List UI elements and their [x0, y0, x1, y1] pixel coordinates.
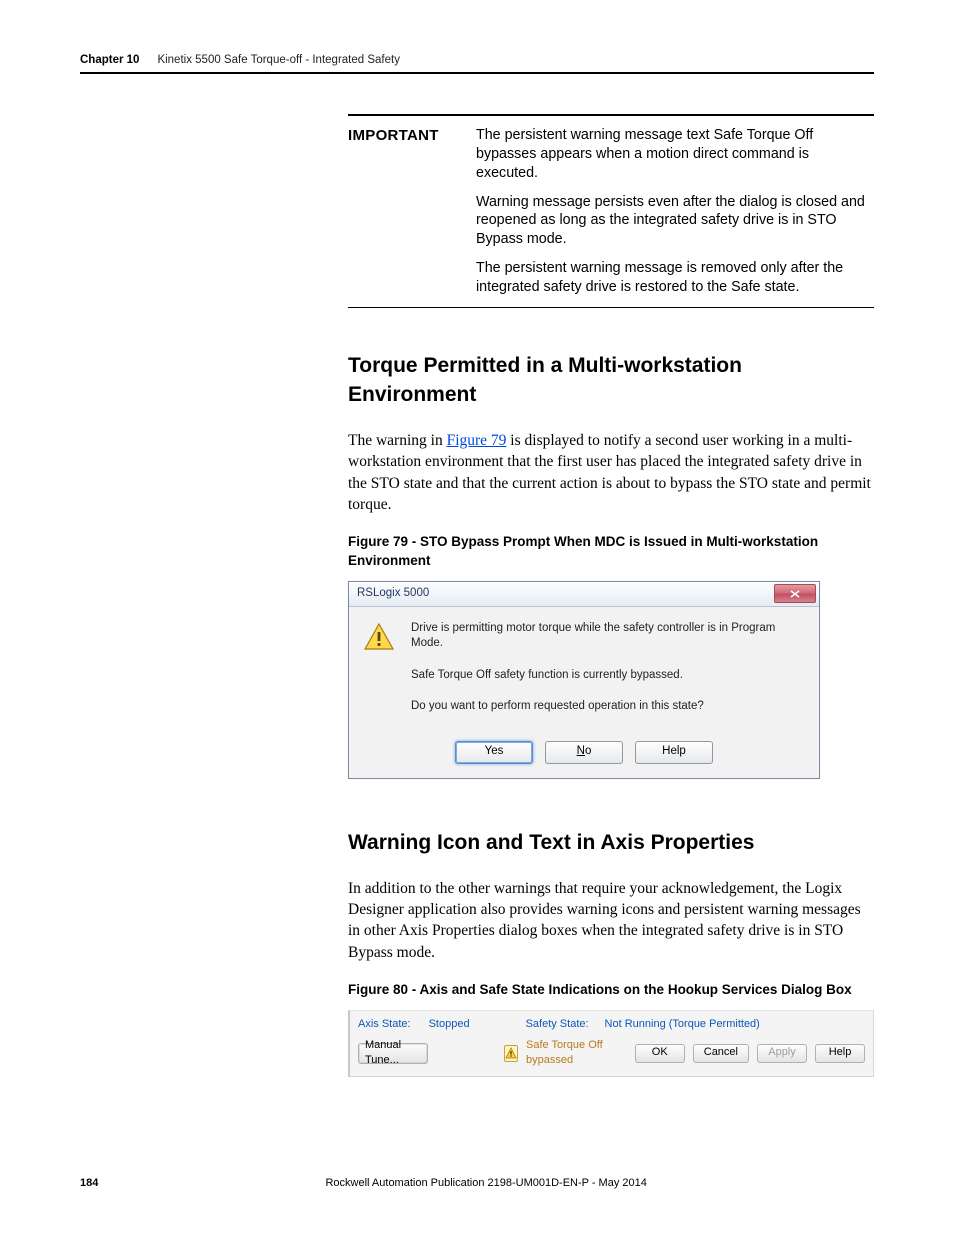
important-body: The persistent warning message text Safe… — [476, 116, 874, 307]
dialog-line1: Drive is permitting motor torque while t… — [411, 621, 805, 652]
chapter-title: Kinetix 5500 Safe Torque-off - Integrate… — [157, 54, 400, 66]
manual-tune-label: Manual Tune... — [365, 1038, 421, 1068]
dialog-line2: Safe Torque Off safety function is curre… — [411, 668, 805, 684]
section1-heading: Torque Permitted in a Multi-workstation … — [348, 352, 874, 410]
sto-bypass-warning: Safe Torque Off bypassed — [526, 1038, 623, 1068]
hookup-services-panel: Axis State: Stopped Safety State: Not Ru… — [348, 1010, 874, 1078]
close-icon — [790, 590, 800, 598]
help-label: Help — [662, 744, 686, 760]
safety-state-label: Safety State: — [526, 1017, 589, 1032]
publication-id: Rockwell Automation Publication 2198-UM0… — [325, 1177, 646, 1189]
apply-button[interactable]: Apply — [757, 1044, 807, 1063]
axis-state-label: Axis State: — [358, 1017, 411, 1032]
safety-state-value: Not Running (Torque Permitted) — [605, 1017, 760, 1032]
ok-label: OK — [652, 1045, 668, 1060]
figure79-link[interactable]: Figure 79 — [447, 432, 507, 449]
manual-tune-button[interactable]: Manual Tune... — [358, 1043, 428, 1064]
no-label: No — [577, 744, 592, 760]
apply-label: Apply — [768, 1045, 796, 1060]
help-label: Help — [829, 1045, 852, 1060]
help-button[interactable]: Help — [635, 741, 713, 764]
no-button[interactable]: No — [545, 741, 623, 764]
yes-label: Yes — [485, 744, 504, 760]
section1-para: The warning in Figure 79 is displayed to… — [348, 430, 874, 516]
dialog-title: RSLogix 5000 — [357, 586, 771, 602]
section1-para-pre: The warning in — [348, 432, 447, 449]
chapter-label: Chapter 10 — [80, 54, 139, 66]
section2-para: In addition to the other warnings that r… — [348, 878, 874, 964]
important-label: IMPORTANT — [348, 116, 476, 307]
important-callout: IMPORTANT The persistent warning message… — [348, 114, 874, 308]
page-footer: 184 Rockwell Automation Publication 2198… — [80, 1177, 874, 1189]
cancel-button[interactable]: Cancel — [693, 1044, 749, 1063]
section2-heading: Warning Icon and Text in Axis Properties — [348, 829, 874, 858]
page-number: 184 — [80, 1177, 98, 1189]
figure79-caption: Figure 79 - STO Bypass Prompt When MDC i… — [348, 533, 874, 570]
dialog-line3: Do you want to perform requested operati… — [411, 699, 805, 715]
panel-buttons: OK Cancel Apply Help — [635, 1044, 865, 1063]
close-button[interactable] — [774, 584, 816, 603]
page-header: Chapter 10 Kinetix 5500 Safe Torque-off … — [80, 54, 874, 74]
axis-state-value: Stopped — [429, 1017, 470, 1032]
help-button[interactable]: Help — [815, 1044, 865, 1063]
warning-icon — [504, 1045, 518, 1062]
cancel-label: Cancel — [704, 1045, 738, 1060]
important-p3: The persistent warning message is remove… — [476, 259, 874, 297]
dialog-buttons: Yes No Help — [349, 737, 819, 778]
dialog-body: Drive is permitting motor torque while t… — [349, 607, 819, 737]
important-p1: The persistent warning message text Safe… — [476, 126, 874, 183]
important-p2: Warning message persists even after the … — [476, 193, 874, 250]
dialog-text: Drive is permitting motor torque while t… — [411, 621, 805, 731]
dialog-titlebar: RSLogix 5000 — [349, 582, 819, 607]
ok-button[interactable]: OK — [635, 1044, 685, 1063]
rslogix-dialog: RSLogix 5000 Drive is permitting mo — [348, 581, 820, 779]
yes-button[interactable]: Yes — [455, 741, 533, 764]
warning-icon — [363, 621, 395, 653]
content-column: IMPORTANT The persistent warning message… — [348, 114, 874, 1077]
figure80-caption: Figure 80 - Axis and Safe State Indicati… — [348, 981, 874, 1000]
